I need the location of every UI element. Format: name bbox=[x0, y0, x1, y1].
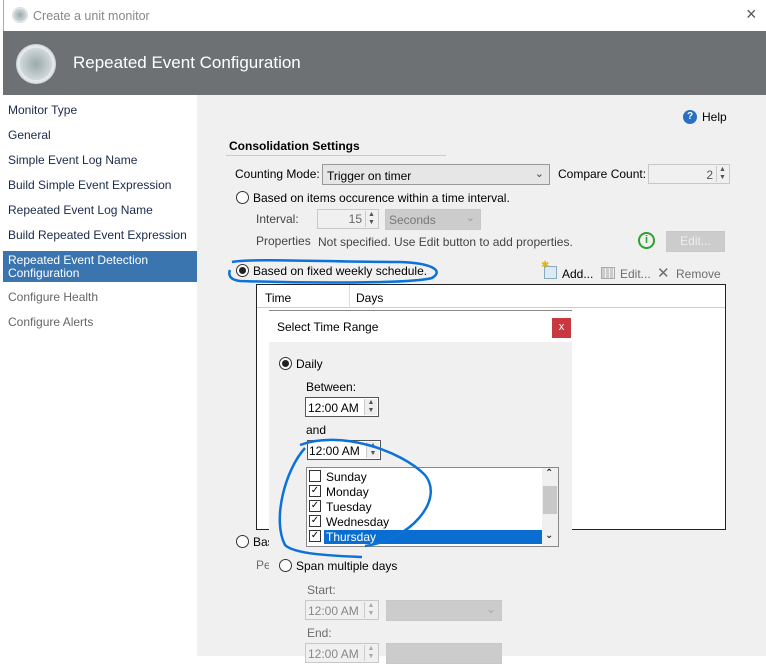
hand-drawn-annotations bbox=[228, 258, 438, 559]
annotation-loop-days bbox=[278, 438, 432, 559]
annotation-ellipse-weekly bbox=[228, 258, 438, 284]
